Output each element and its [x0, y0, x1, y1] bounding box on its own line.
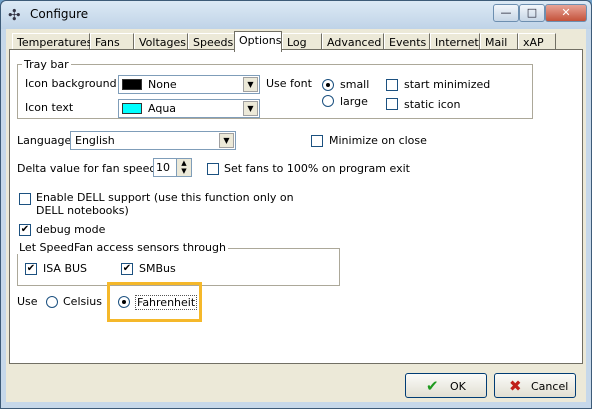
- font-large-label: large: [340, 95, 368, 108]
- tab-options[interactable]: Options: [234, 31, 282, 52]
- title-bar[interactable]: ✣ Configure — □ ✕: [1, 1, 591, 29]
- isa-bus-checkbox[interactable]: ✔: [25, 263, 37, 275]
- icon-background-swatch: [122, 79, 142, 90]
- font-small-label: small: [340, 78, 370, 91]
- close-button[interactable]: ✕: [545, 4, 587, 22]
- icon-text-swatch: [122, 103, 142, 114]
- speedfan-icon: ✣: [8, 6, 21, 24]
- window-title: Configure: [30, 7, 89, 21]
- static-icon-label: static icon: [404, 98, 461, 111]
- ok-button[interactable]: ✔ OK: [405, 373, 487, 398]
- delta-spinner[interactable]: ▲ ▼: [176, 158, 192, 177]
- minimize-on-close-checkbox[interactable]: [311, 135, 323, 147]
- language-label: Language: [17, 134, 72, 147]
- celsius-label: Celsius: [63, 295, 102, 308]
- static-icon-checkbox[interactable]: [386, 98, 398, 110]
- delta-label: Delta value for fan speeds: [17, 162, 163, 175]
- dialog-client: Temperatures Fans Voltages Speeds Option…: [6, 29, 586, 402]
- traybar-group-label: Tray bar: [22, 58, 71, 71]
- chevron-down-icon[interactable]: ▼: [243, 101, 258, 116]
- dell-support-checkbox[interactable]: [19, 193, 31, 205]
- chevron-down-icon[interactable]: ▼: [243, 77, 258, 92]
- font-large-radio[interactable]: [322, 95, 334, 107]
- maximize-button[interactable]: □: [519, 4, 545, 22]
- cancel-label: Cancel: [531, 380, 569, 393]
- fans-100-checkbox[interactable]: [207, 163, 219, 175]
- icon-text-value: Aqua: [148, 102, 177, 115]
- icon-background-label: Icon background: [25, 77, 117, 90]
- use-label: Use: [17, 295, 38, 308]
- minimize-on-close-label: Minimize on close: [329, 134, 427, 147]
- smbus-label: SMBus: [139, 262, 176, 275]
- cross-icon: ✖: [509, 377, 522, 395]
- minimize-button[interactable]: —: [493, 4, 519, 22]
- icon-text-combo[interactable]: Aqua ▼: [118, 99, 260, 118]
- delta-value: 10: [156, 161, 170, 174]
- smbus-checkbox[interactable]: ✔: [121, 263, 133, 275]
- options-panel: Tray bar Icon background None ▼ Icon tex…: [9, 49, 583, 364]
- cancel-button[interactable]: ✖ Cancel: [494, 373, 576, 398]
- sensors-group-label: Let SpeedFan access sensors through: [17, 241, 228, 254]
- fans-100-label: Set fans to 100% on program exit: [224, 162, 410, 175]
- isa-bus-label: ISA BUS: [43, 262, 88, 275]
- start-minimized-checkbox[interactable]: [386, 79, 398, 91]
- fahrenheit-radio[interactable]: [118, 296, 130, 308]
- ok-label: OK: [450, 380, 466, 393]
- celsius-radio[interactable]: [46, 296, 58, 308]
- icon-background-value: None: [148, 78, 177, 91]
- debug-mode-label: debug mode: [36, 223, 106, 236]
- debug-mode-checkbox[interactable]: ✔: [19, 224, 31, 236]
- configure-window: ✣ Configure — □ ✕ Temperatures Fans Volt…: [0, 0, 592, 409]
- fahrenheit-label: Fahrenheit: [135, 295, 198, 310]
- use-font-label: Use font: [266, 77, 312, 90]
- start-minimized-label: start minimized: [404, 78, 491, 91]
- chevron-down-icon[interactable]: ▼: [219, 133, 234, 148]
- language-value: English: [75, 134, 115, 147]
- icon-background-combo[interactable]: None ▼: [118, 75, 260, 94]
- font-small-radio[interactable]: [322, 79, 334, 91]
- dell-support-label-line1: Enable DELL support (use this function o…: [36, 191, 294, 204]
- language-combo[interactable]: English ▼: [70, 131, 236, 150]
- checkmark-icon: ✔: [426, 377, 439, 395]
- icon-text-label: Icon text: [25, 101, 74, 114]
- dell-support-label-line2: DELL notebooks): [36, 204, 129, 217]
- delta-input[interactable]: 10: [153, 158, 177, 177]
